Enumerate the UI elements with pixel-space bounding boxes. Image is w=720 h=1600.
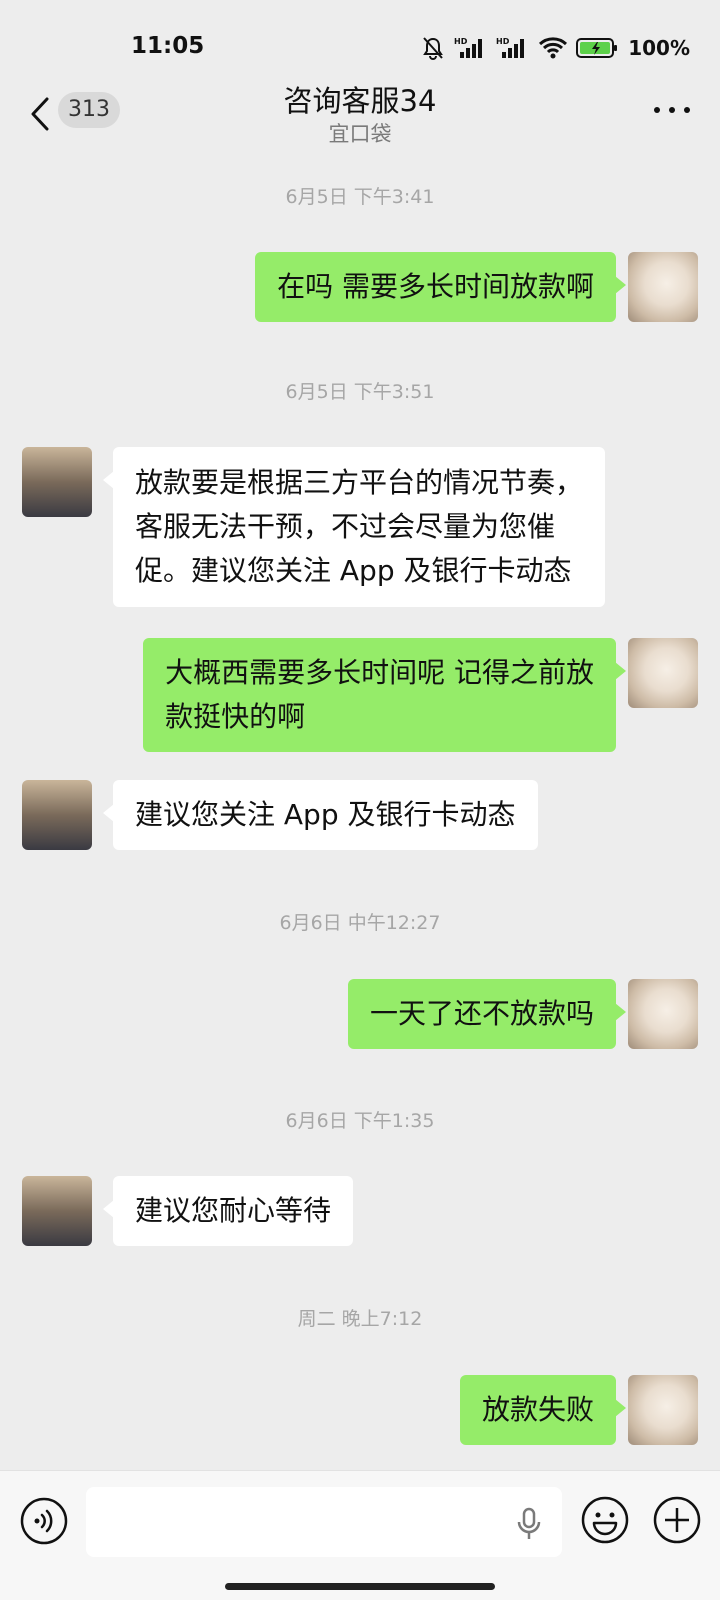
message-input[interactable] [86, 1487, 562, 1557]
emoji-button[interactable] [580, 1495, 630, 1545]
message-text: 建议您关注 App 及银行卡动态 [135, 798, 516, 831]
hd-signal-icon: HD [496, 36, 530, 60]
status-time: 11:05 [131, 33, 205, 59]
wifi-icon [538, 36, 568, 60]
outgoing-message[interactable]: 大概西需要多长时间呢 记得之前放 款挺快的啊 [143, 638, 626, 752]
more-dot [654, 107, 660, 113]
message-text: 放款失败 [481, 1393, 594, 1426]
my-avatar[interactable] [628, 638, 698, 708]
svg-text:HD: HD [454, 37, 468, 46]
outgoing-message[interactable]: 一天了还不放款吗 [347, 979, 627, 1049]
plus-icon [653, 1496, 701, 1544]
bell-off-icon [420, 35, 446, 61]
my-avatar[interactable] [628, 979, 698, 1049]
message-text: 款挺快的啊 [165, 700, 306, 733]
agent-avatar[interactable] [22, 780, 92, 850]
message-text: 大概西需要多长时间呢 记得之前放 [165, 656, 594, 689]
message-text: 促。建议您关注 App 及银行卡动态 [135, 554, 572, 587]
message-timestamp: 6月6日 下午1:35 [285, 1110, 435, 1132]
home-indicator[interactable] [225, 1583, 495, 1590]
emoji-icon [581, 1496, 629, 1544]
my-avatar[interactable] [628, 1375, 698, 1445]
voice-input-button[interactable] [20, 1497, 68, 1545]
agent-avatar[interactable] [22, 447, 92, 517]
more-dot [684, 107, 690, 113]
message-text: 客服无法干预，不过会尽量为您催 [135, 510, 556, 543]
agent-avatar[interactable] [22, 1176, 92, 1246]
svg-text:HD: HD [496, 37, 510, 46]
chat-header: 313 咨询客服34 宜口袋 [0, 70, 720, 154]
incoming-message[interactable]: 建议您关注 App 及银行卡动态 [103, 780, 538, 850]
message-timestamp: 周二 晚上7:12 [297, 1308, 423, 1330]
more-options-button[interactable] [654, 100, 690, 120]
message-timestamp: 6月5日 下午3:51 [285, 381, 435, 403]
message-text: 放款要是根据三方平台的情况节奏， [135, 466, 584, 499]
message-text: 建议您耐心等待 [135, 1194, 332, 1227]
battery-level: 100% [628, 36, 690, 60]
message-timestamp: 6月5日 下午3:41 [285, 186, 435, 208]
input-bar [0, 1470, 720, 1600]
outgoing-message[interactable]: 在吗 需要多长时间放款啊 [255, 252, 626, 322]
more-dot [669, 107, 675, 113]
status-icons: HD HD 100% [420, 34, 690, 62]
mic-icon[interactable] [514, 1507, 544, 1541]
message-text: 在吗 需要多长时间放款啊 [277, 270, 594, 303]
message-text: 一天了还不放款吗 [369, 997, 594, 1030]
message-timestamp: 6月6日 中午12:27 [279, 912, 441, 934]
chat-subtitle: 宜口袋 [328, 122, 392, 146]
incoming-message[interactable]: 建议您耐心等待 [102, 1176, 354, 1246]
my-avatar[interactable] [628, 252, 698, 322]
outgoing-message[interactable]: 放款失败 [459, 1375, 627, 1445]
voice-icon [20, 1497, 68, 1545]
chat-title: 咨询客服34 [283, 84, 437, 118]
incoming-message[interactable]: 放款要是根据三方平台的情况节奏， 客服无法干预，不过会尽量为您催 促。建议您关注… [102, 447, 606, 607]
battery-charging-icon [576, 37, 618, 59]
hd-signal-icon: HD [454, 36, 488, 60]
more-functions-button[interactable] [652, 1495, 702, 1545]
